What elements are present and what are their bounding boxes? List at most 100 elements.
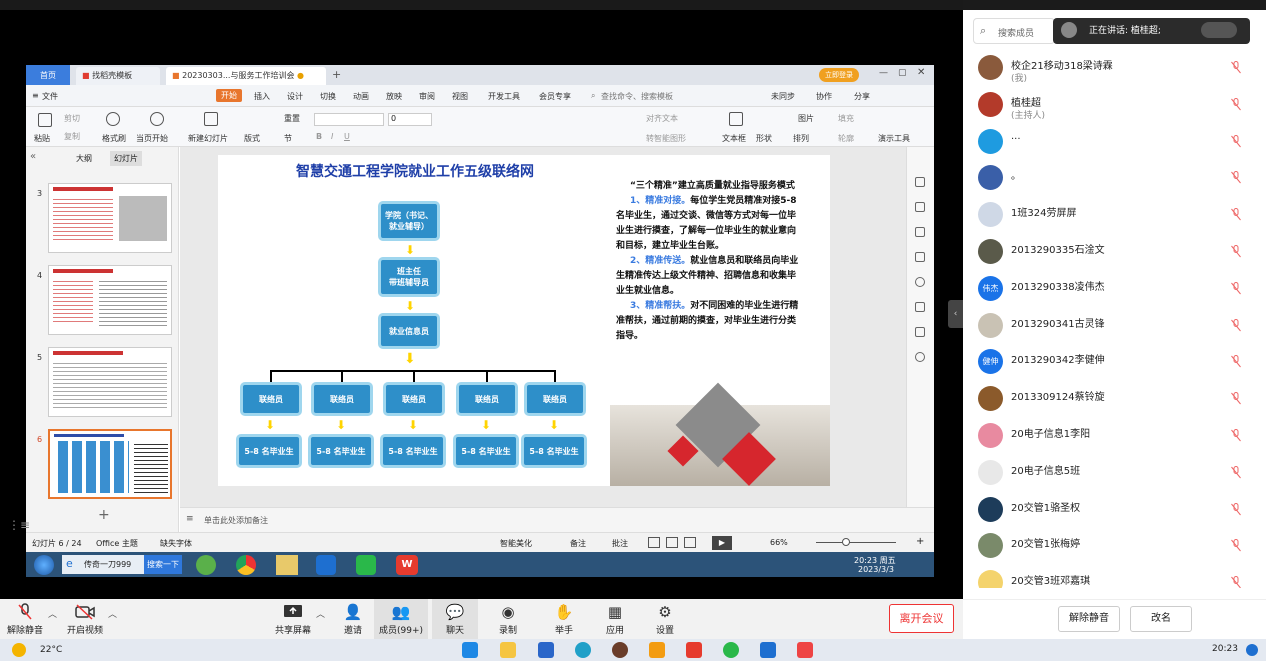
menu-review[interactable]: 审阅 xyxy=(419,91,435,102)
unmute-all-button[interactable]: 解除静音 xyxy=(1058,606,1120,632)
member-row[interactable]: 2013309124蔡铃旋 xyxy=(963,380,1266,417)
search-button[interactable]: 搜索一下 xyxy=(144,555,182,574)
tab-outline[interactable]: 大纲 xyxy=(76,153,92,164)
unsync-button[interactable]: 未同步 xyxy=(771,91,795,102)
member-row[interactable]: 伟杰 2013290338凌伟杰 xyxy=(963,270,1266,307)
mic-off-icon[interactable] xyxy=(1231,429,1241,442)
layout-button[interactable]: 版式 xyxy=(244,133,260,144)
mic-off-icon[interactable] xyxy=(1231,392,1241,405)
shape-button[interactable]: 形状 xyxy=(756,133,772,144)
menu-design[interactable]: 设计 xyxy=(287,91,303,102)
align-text-button[interactable]: 对齐文本 xyxy=(646,113,678,124)
picture-button[interactable]: 图片 xyxy=(798,113,814,124)
menu-insert[interactable]: 插入 xyxy=(254,91,270,102)
chrome-icon[interactable] xyxy=(236,555,256,575)
collapse-panel-icon[interactable]: « xyxy=(30,151,36,162)
missing-font-button[interactable]: 缺失字体 xyxy=(160,538,192,549)
collapse-sidebar-icon[interactable]: ‹ xyxy=(948,300,963,328)
windows-start-icon[interactable] xyxy=(462,642,478,658)
play-icon[interactable] xyxy=(150,112,164,126)
menu-view[interactable]: 视图 xyxy=(452,91,468,102)
menu-transition[interactable]: 切换 xyxy=(320,91,336,102)
member-row[interactable]: 。 xyxy=(963,159,1266,196)
slide-left[interactable]: 智慧交通工程学院就业工作五级联络网 学院（书记、 就业辅导） ⬇ 班主任 带班辅… xyxy=(218,155,610,486)
tool-icon[interactable] xyxy=(915,227,925,237)
slide-thumbnail-selected[interactable] xyxy=(48,429,172,499)
app-icon[interactable] xyxy=(612,642,628,658)
tool-icon[interactable] xyxy=(915,177,925,187)
outline-button[interactable]: 轮廓 xyxy=(838,133,854,144)
video-button[interactable]: 开启视频 xyxy=(55,599,115,639)
member-row[interactable]: 校企21移动318梁诗霖 (我) xyxy=(963,49,1266,86)
menu-slideshow[interactable]: 放映 xyxy=(386,91,402,102)
play-slideshow-icon[interactable]: ▶ xyxy=(712,536,732,550)
mic-off-icon[interactable] xyxy=(1231,245,1241,258)
member-row[interactable]: 健伸 2013290342李健伸 xyxy=(963,343,1266,380)
mic-off-icon[interactable] xyxy=(1231,171,1241,184)
leave-meeting-button[interactable]: 离开会议 xyxy=(889,604,954,633)
menu-developer[interactable]: 开发工具 xyxy=(488,91,520,102)
unmute-button[interactable]: 解除静音 xyxy=(0,599,55,639)
underline-icon[interactable]: U xyxy=(344,132,350,141)
slide-thumbnail[interactable] xyxy=(48,183,172,253)
share-screen-button[interactable]: 共享屏幕 xyxy=(263,599,323,639)
normal-view-icon[interactable] xyxy=(648,537,660,548)
edge-icon[interactable] xyxy=(575,642,591,658)
smart-art-button[interactable]: 转智能图形 xyxy=(646,133,686,144)
font-name-select[interactable] xyxy=(314,113,384,126)
new-slide-icon[interactable] xyxy=(204,112,218,126)
close-icon[interactable]: ✕ xyxy=(917,67,925,78)
menu-file[interactable]: 文件 xyxy=(42,91,58,102)
add-slide-icon[interactable]: + xyxy=(98,507,110,523)
slide-right[interactable]: “三个精准”建立高质量就业指导服务模式 1、精准对接。每位学生党员精准对接5-8… xyxy=(610,155,830,486)
member-row[interactable]: 20交管1骆圣权 xyxy=(963,491,1266,528)
mic-off-icon[interactable] xyxy=(1231,539,1241,552)
mic-off-icon[interactable] xyxy=(1231,502,1241,516)
member-row[interactable]: 20电子信息5班 xyxy=(963,454,1266,491)
chat-button[interactable]: 💬 聊天 xyxy=(432,599,478,639)
tab-home[interactable]: 首页 xyxy=(26,65,70,85)
tool-icon[interactable] xyxy=(915,352,925,362)
wechat-taskbar-icon[interactable] xyxy=(723,642,739,658)
app-icon[interactable] xyxy=(538,642,554,658)
folder-icon[interactable] xyxy=(276,555,298,575)
arrange-button[interactable]: 排列 xyxy=(793,133,809,144)
slide-thumbnail[interactable] xyxy=(48,347,172,417)
settings-button[interactable]: ⚙ 设置 xyxy=(635,599,695,639)
mic-off-icon[interactable] xyxy=(1231,318,1241,332)
collab-button[interactable]: 协作 xyxy=(816,91,832,102)
explorer-icon[interactable] xyxy=(500,642,516,658)
new-tab-icon[interactable]: + xyxy=(332,68,341,81)
menu-member[interactable]: 会员专享 xyxy=(539,91,571,102)
tab-slides[interactable]: 幻灯片 xyxy=(110,151,142,166)
tool-icon[interactable] xyxy=(915,202,925,212)
cut-button[interactable]: 剪切 xyxy=(64,113,80,124)
paste-label[interactable]: 粘贴 xyxy=(34,133,50,144)
mic-off-icon[interactable] xyxy=(1231,465,1241,479)
notes-toggle[interactable]: 备注 xyxy=(570,538,586,549)
bold-icon[interactable]: B xyxy=(316,132,322,141)
tool-icon[interactable] xyxy=(915,327,925,337)
zoom-in-icon[interactable]: + xyxy=(916,536,924,547)
member-row[interactable]: 2013290335石淦文 xyxy=(963,233,1266,270)
meeting-app-icon[interactable] xyxy=(316,555,336,575)
paste-icon[interactable] xyxy=(38,113,52,127)
tool-icon[interactable] xyxy=(915,302,925,312)
member-row[interactable]: 20交管1张梅婷 xyxy=(963,527,1266,564)
menu-animation[interactable]: 动画 xyxy=(353,91,369,102)
maximize-icon[interactable]: ▢ xyxy=(898,68,907,78)
mic-off-icon[interactable] xyxy=(1231,208,1241,221)
wps-icon[interactable]: W xyxy=(396,555,418,575)
record-button[interactable]: ◉ 录制 xyxy=(478,599,538,639)
minimize-icon[interactable]: — xyxy=(879,68,888,78)
notes-bar[interactable]: ≡ 单击此处添加备注 xyxy=(180,507,934,532)
section-button[interactable]: 节 xyxy=(284,133,292,144)
command-search-input[interactable]: 查找命令、搜索模板 xyxy=(601,91,673,102)
member-row[interactable]: 2013290341古灵锋 xyxy=(963,307,1266,344)
app-icon[interactable] xyxy=(196,555,216,575)
tool-icon[interactable] xyxy=(915,252,925,262)
help-icon[interactable] xyxy=(915,277,925,287)
italic-icon[interactable]: I xyxy=(331,132,333,141)
tab-template[interactable]: ■ 找稻壳模板 xyxy=(76,67,160,85)
fill-button[interactable]: 填充 xyxy=(838,113,854,124)
